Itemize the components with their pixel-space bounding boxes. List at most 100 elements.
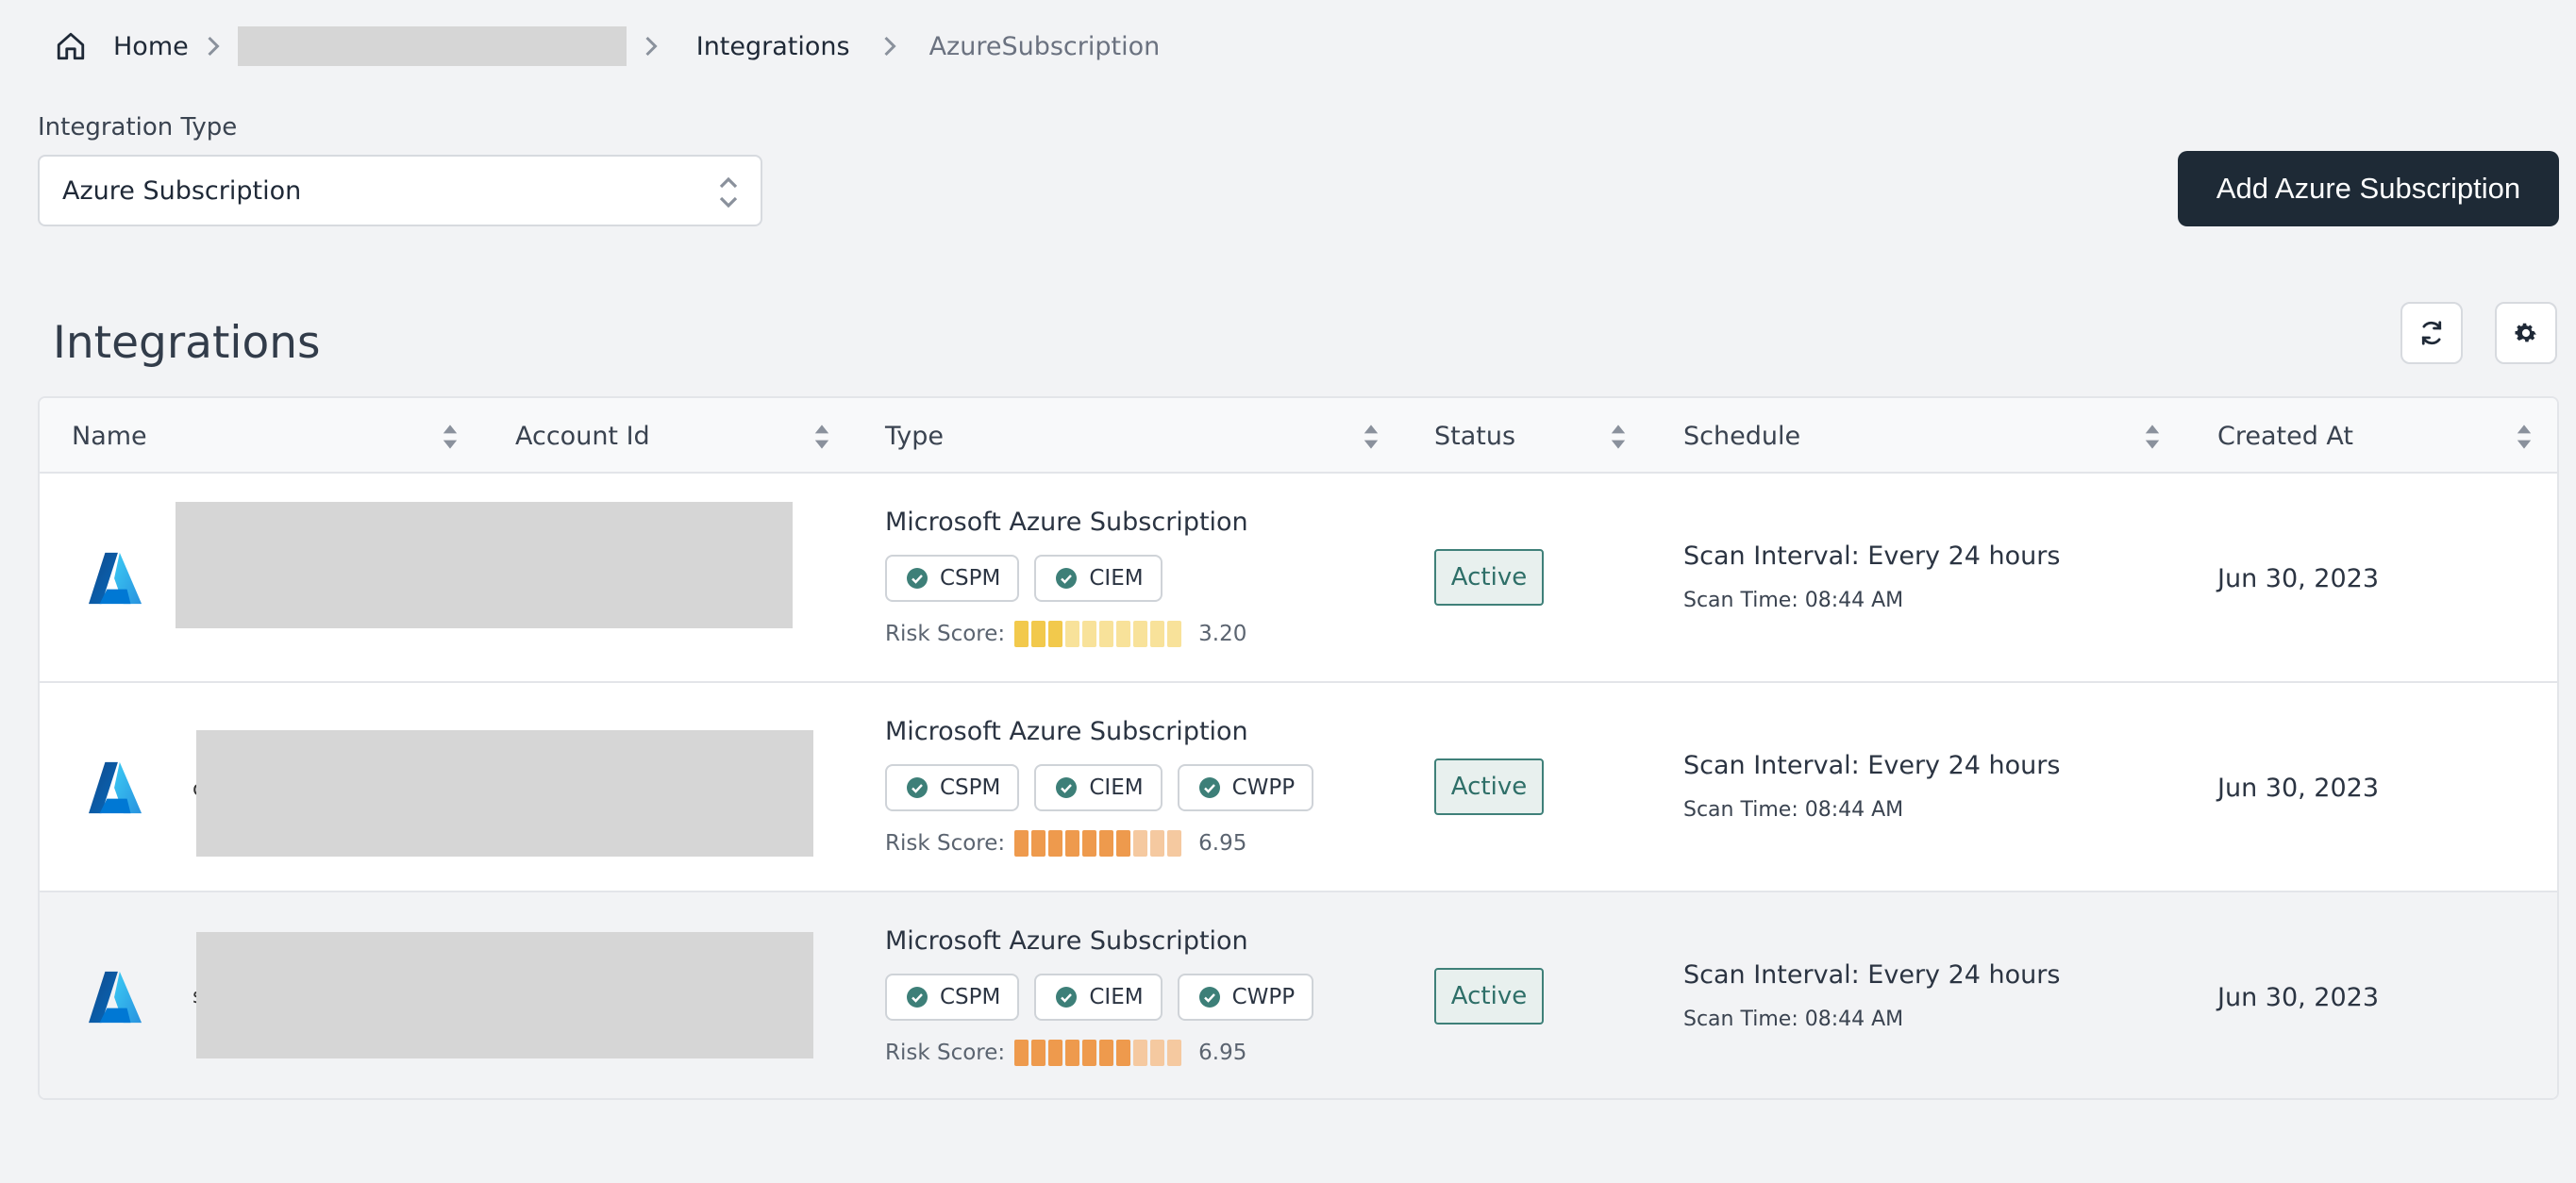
column-header-name[interactable]: Name bbox=[72, 398, 147, 474]
tag-list: CSPM CIEM bbox=[885, 555, 1163, 602]
sort-icon[interactable] bbox=[813, 423, 830, 451]
column-label: Name bbox=[72, 421, 147, 451]
name-redacted bbox=[196, 932, 813, 1058]
column-label: Account Id bbox=[515, 421, 650, 451]
risk-segment bbox=[1031, 621, 1046, 647]
tag-ciem: CIEM bbox=[1034, 764, 1163, 811]
risk-segment bbox=[1167, 1040, 1182, 1066]
risk-segment bbox=[1014, 1040, 1029, 1066]
column-label: Status bbox=[1434, 421, 1516, 451]
column-header-account-id[interactable]: Account Id bbox=[515, 398, 650, 474]
status-badge: Active bbox=[1434, 758, 1544, 815]
integration-type-value: Azure Subscription bbox=[62, 175, 302, 206]
tag-ciem: CIEM bbox=[1034, 974, 1163, 1021]
tag-cspm: CSPM bbox=[885, 974, 1020, 1021]
gear-icon bbox=[2515, 323, 2536, 342]
table-row[interactable]: s Microsoft Azure Subscription CSPM CIEM… bbox=[40, 892, 2557, 1098]
check-circle-icon bbox=[1056, 568, 1078, 589]
settings-button[interactable] bbox=[2495, 302, 2557, 364]
tag-label: CSPM bbox=[940, 775, 1001, 800]
column-header-type[interactable]: Type bbox=[885, 398, 944, 474]
check-circle-icon bbox=[1198, 987, 1220, 1008]
risk-score-value: 6.95 bbox=[1198, 1041, 1247, 1065]
risk-segment bbox=[1048, 1040, 1063, 1066]
table-row[interactable]: Microsoft Azure Subscription CSPM CIEM R… bbox=[40, 474, 2557, 683]
risk-segment bbox=[1031, 1040, 1046, 1066]
sort-icon[interactable] bbox=[442, 423, 459, 451]
check-circle-icon bbox=[907, 568, 928, 589]
risk-segment bbox=[1082, 621, 1097, 647]
schedule-time: Scan Time: 08:44 AM bbox=[1683, 1008, 1904, 1031]
tag-label: CSPM bbox=[940, 985, 1001, 1009]
column-header-schedule[interactable]: Schedule bbox=[1683, 398, 1800, 474]
breadcrumb: Home Integrations AzureSubscription bbox=[53, 26, 1160, 66]
created-at: Jun 30, 2023 bbox=[2217, 983, 2380, 1012]
tag-cspm: CSPM bbox=[885, 555, 1020, 602]
risk-segment bbox=[1133, 830, 1148, 857]
risk-segment bbox=[1048, 830, 1063, 857]
check-circle-icon bbox=[1198, 777, 1220, 798]
tag-ciem: CIEM bbox=[1034, 555, 1163, 602]
tag-list: CSPM CIEM CWPP bbox=[885, 764, 1314, 811]
risk-score: Risk Score: 3.20 bbox=[885, 621, 1246, 647]
refresh-button[interactable] bbox=[2400, 302, 2463, 364]
breadcrumb-integrations[interactable]: Integrations bbox=[696, 32, 850, 61]
risk-score: Risk Score: 6.95 bbox=[885, 830, 1246, 857]
sort-icon[interactable] bbox=[1363, 423, 1380, 451]
check-circle-icon bbox=[907, 777, 928, 798]
page-title: Integrations bbox=[53, 317, 321, 369]
risk-segment bbox=[1150, 1040, 1165, 1066]
table-row[interactable]: c Microsoft Azure Subscription CSPM CIEM… bbox=[40, 683, 2557, 892]
risk-score-value: 3.20 bbox=[1198, 622, 1247, 646]
risk-label: Risk Score: bbox=[885, 1041, 1006, 1065]
risk-segment bbox=[1099, 621, 1114, 647]
tag-label: CIEM bbox=[1089, 775, 1144, 800]
sort-icon[interactable] bbox=[2516, 423, 2533, 451]
risk-segment bbox=[1133, 621, 1148, 647]
risk-segment bbox=[1099, 830, 1114, 857]
breadcrumb-current: AzureSubscription bbox=[928, 31, 1161, 61]
sort-icon[interactable] bbox=[2144, 423, 2161, 451]
created-at: Jun 30, 2023 bbox=[2217, 564, 2380, 593]
integrations-table: Name Account Id Type Status Schedule Cre… bbox=[38, 396, 2559, 1100]
risk-segment bbox=[1065, 621, 1080, 647]
risk-score-value: 6.95 bbox=[1198, 831, 1247, 856]
sort-icon[interactable] bbox=[1610, 423, 1627, 451]
column-header-status[interactable]: Status bbox=[1434, 398, 1515, 474]
chevron-right-icon bbox=[206, 35, 221, 58]
breadcrumb-home[interactable]: Home bbox=[113, 32, 189, 61]
risk-segment bbox=[1082, 1040, 1097, 1066]
tag-cspm: CSPM bbox=[885, 764, 1020, 811]
risk-segment bbox=[1099, 1040, 1114, 1066]
integration-type-text: Microsoft Azure Subscription bbox=[885, 926, 1248, 956]
column-label: Created At bbox=[2217, 421, 2354, 451]
status-badge: Active bbox=[1434, 549, 1544, 606]
name-redacted bbox=[196, 730, 813, 857]
tag-label: CIEM bbox=[1089, 566, 1144, 591]
risk-segment bbox=[1150, 621, 1165, 647]
check-circle-icon bbox=[1056, 777, 1078, 798]
table-header: Name Account Id Type Status Schedule Cre… bbox=[40, 398, 2557, 474]
integration-type-select[interactable]: Azure Subscription bbox=[38, 155, 762, 226]
risk-segment bbox=[1167, 621, 1182, 647]
tag-label: CWPP bbox=[1231, 985, 1296, 1009]
chevron-updown-icon bbox=[719, 176, 738, 208]
risk-score-bar bbox=[1014, 830, 1182, 857]
risk-label: Risk Score: bbox=[885, 831, 1006, 856]
azure-logo-icon bbox=[89, 971, 142, 1024]
azure-logo-icon bbox=[89, 552, 142, 605]
column-header-created-at[interactable]: Created At bbox=[2217, 398, 2353, 474]
check-circle-icon bbox=[907, 987, 928, 1008]
integration-type-text: Microsoft Azure Subscription bbox=[885, 717, 1248, 746]
refresh-icon bbox=[2421, 321, 2442, 345]
home-icon[interactable] bbox=[53, 28, 89, 64]
column-label: Schedule bbox=[1683, 421, 1801, 451]
name-redacted bbox=[176, 502, 793, 628]
risk-segment bbox=[1116, 1040, 1131, 1066]
risk-segment bbox=[1116, 621, 1131, 647]
tag-list: CSPM CIEM CWPP bbox=[885, 974, 1314, 1021]
schedule-time: Scan Time: 08:44 AM bbox=[1683, 798, 1904, 822]
breadcrumb-redacted-item bbox=[237, 26, 627, 66]
add-azure-subscription-button[interactable]: Add Azure Subscription bbox=[2178, 151, 2559, 226]
risk-segment bbox=[1116, 830, 1131, 857]
